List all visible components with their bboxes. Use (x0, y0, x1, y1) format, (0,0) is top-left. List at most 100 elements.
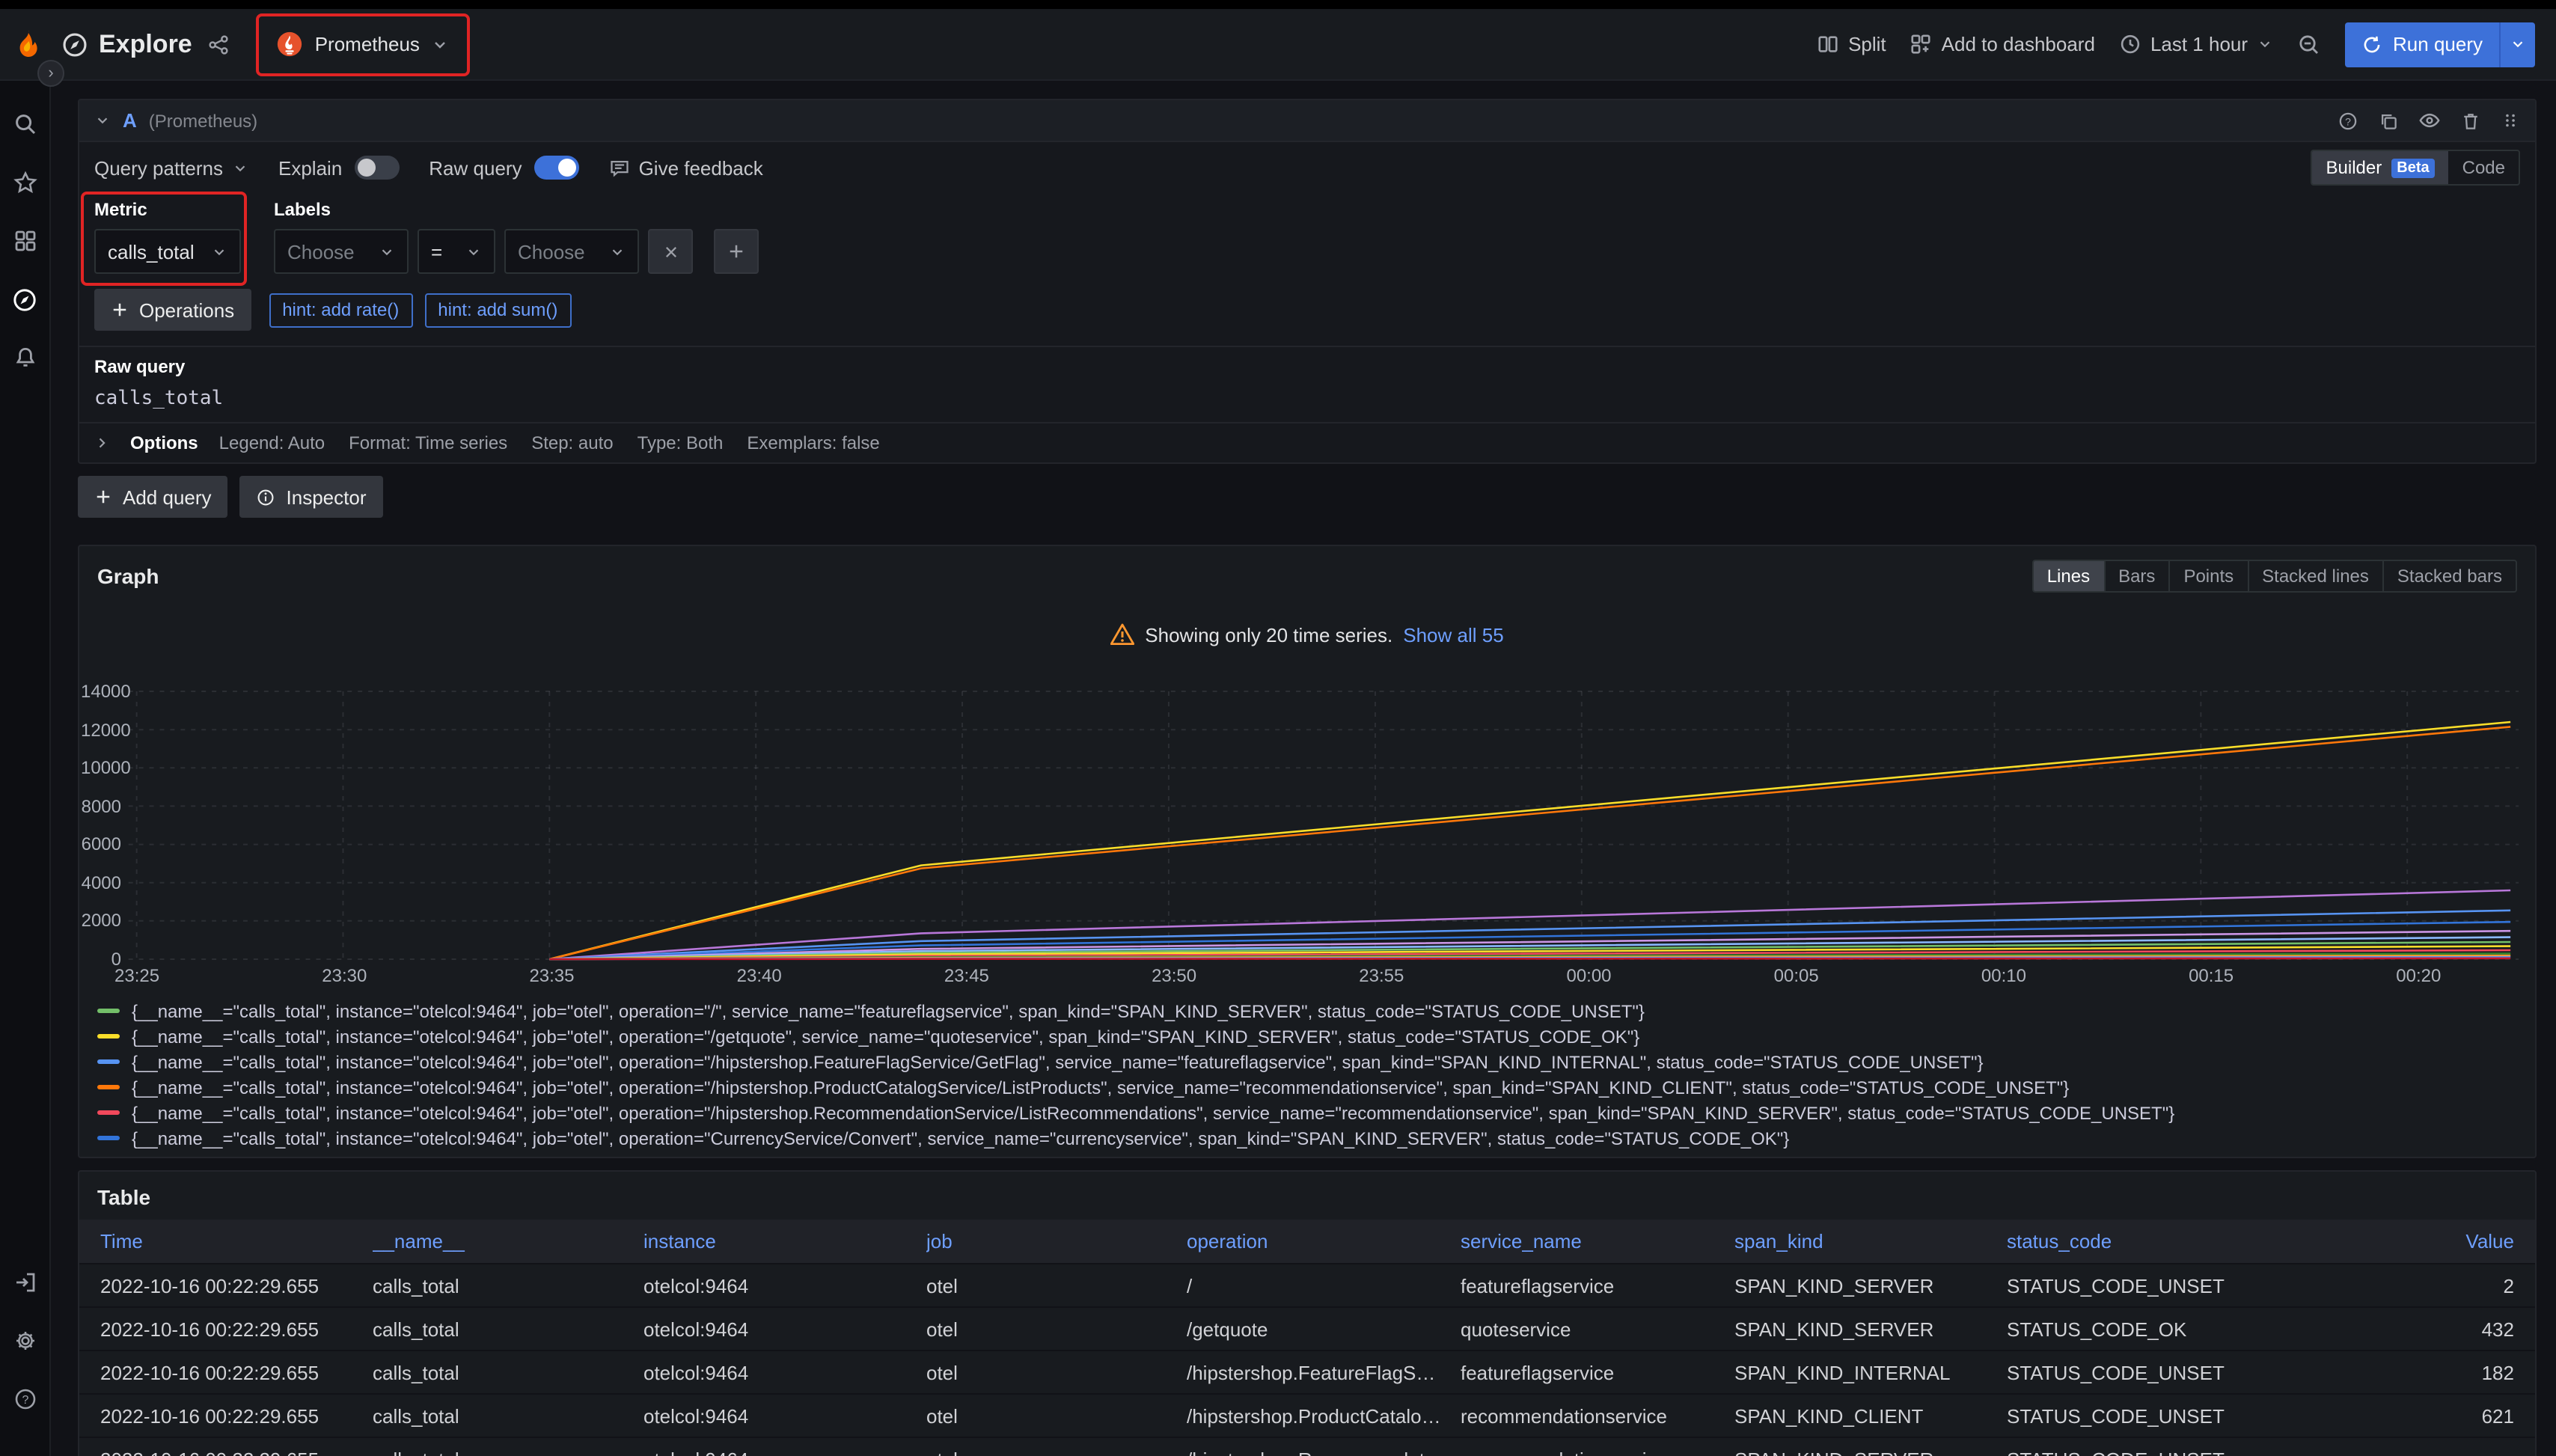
legend-item[interactable]: {__name__="calls_total", instance="otelc… (97, 998, 2535, 1024)
duplicate-query-icon[interactable] (2378, 110, 2399, 131)
sidebar-item-sign-in[interactable] (5, 1263, 44, 1302)
collapse-chevron-icon[interactable] (94, 112, 111, 129)
explore-content: A (Prometheus) ? Query patterns (51, 81, 2556, 1456)
graph-mode-bars[interactable]: Bars (2103, 561, 2168, 591)
time-range-picker[interactable]: Last 1 hour (2119, 22, 2273, 67)
run-query-dropdown[interactable] (2499, 22, 2535, 67)
add-query-button[interactable]: Add query (78, 476, 228, 518)
query-help-icon[interactable]: ? (2338, 110, 2358, 131)
query-datasource-hint: (Prometheus) (149, 110, 257, 131)
column-header-value[interactable]: Value (2279, 1230, 2514, 1252)
app-toolbar: Explore Prometheus Split (0, 9, 2556, 81)
column-header-span_kind[interactable]: span_kind (1734, 1230, 2007, 1252)
sidebar-expand-button[interactable]: › (37, 60, 64, 87)
grafana-logo-icon (10, 26, 46, 62)
beta-badge: Beta (2391, 158, 2435, 177)
x-axis-label: 23:35 (519, 965, 584, 986)
label-value-select[interactable]: Choose (504, 229, 639, 274)
sidebar-item-starred[interactable] (5, 163, 44, 202)
option-summary-3: Type: Both (638, 432, 724, 453)
table-header-row: Time__name__instancejoboperationservice_… (79, 1220, 2535, 1264)
sidebar-item-settings[interactable] (5, 1321, 44, 1360)
sidebar-item-explore[interactable] (5, 280, 44, 319)
give-feedback-button[interactable]: Give feedback (609, 156, 763, 179)
plus-icon (94, 488, 112, 506)
query-hint-1[interactable]: hint: add sum() (424, 293, 571, 327)
inspector-button[interactable]: Inspector (240, 476, 383, 518)
column-header-operation[interactable]: operation (1187, 1230, 1461, 1252)
legend-item[interactable]: {__name__="calls_total", instance="otelc… (97, 1151, 2535, 1158)
datasource-picker[interactable]: Prometheus (269, 22, 459, 67)
drag-handle-icon[interactable] (2501, 111, 2520, 130)
column-header-__name__[interactable]: __name__ (373, 1230, 643, 1252)
grafana-explore-app: Explore Prometheus Split (0, 0, 2556, 1456)
sidebar-item-alerting[interactable] (5, 338, 44, 377)
options-summary: Legend: AutoFormat: Time seriesStep: aut… (219, 432, 880, 453)
show-all-series-link[interactable]: Show all 55 (1403, 623, 1503, 646)
legend-item[interactable]: {__name__="calls_total", instance="otelc… (97, 1049, 2535, 1074)
legend-series-label: {__name__="calls_total", instance="otelc… (132, 1077, 2069, 1098)
chevron-down-icon (379, 243, 395, 260)
table-cell: otelcol:9464 (643, 1448, 926, 1456)
graph-mode-stacked-bars[interactable]: Stacked bars (2382, 561, 2516, 591)
give-feedback-label: Give feedback (639, 156, 763, 179)
share-icon[interactable] (209, 34, 230, 55)
x-axis-label: 23:50 (1141, 965, 1207, 986)
add-query-label: Add query (123, 486, 212, 508)
query-hint-0[interactable]: hint: add rate() (269, 293, 412, 327)
label-key-select[interactable]: Choose (274, 229, 409, 274)
code-mode-button[interactable]: Code (2449, 151, 2519, 184)
table-cell: 2022-10-16 00:22:29.655 (100, 1274, 373, 1297)
table-cell: quoteservice (1461, 1318, 1734, 1340)
graph-legend: {__name__="calls_total", instance="otelc… (97, 998, 2535, 1158)
sidebar-item-help[interactable]: ? (5, 1380, 44, 1419)
nav-sidebar: ? (0, 81, 51, 1456)
code-label: Code (2462, 157, 2505, 178)
query-patterns-dropdown[interactable]: Query patterns (94, 156, 248, 179)
add-operation-button[interactable]: Operations (94, 289, 251, 331)
builder-mode-button[interactable]: Builder Beta (2313, 151, 2449, 184)
query-editor-panel: A (Prometheus) ? Query patterns (78, 99, 2537, 464)
legend-item[interactable]: {__name__="calls_total", instance="otelc… (97, 1074, 2535, 1100)
legend-item[interactable]: {__name__="calls_total", instance="otelc… (97, 1024, 2535, 1049)
disable-query-eye-icon[interactable] (2418, 109, 2441, 132)
y-axis-label: 14000 (81, 681, 121, 702)
legend-item[interactable]: {__name__="calls_total", instance="otelc… (97, 1125, 2535, 1151)
close-icon (662, 243, 679, 260)
label-operator-select[interactable]: = (418, 229, 495, 274)
query-row-header[interactable]: A (Prometheus) ? (79, 100, 2535, 142)
add-label-filter-button[interactable] (714, 229, 759, 274)
time-series-chart[interactable] (81, 672, 2534, 992)
table-cell: /hipstershop.Recommendation... (1187, 1448, 1461, 1456)
metric-select[interactable]: calls_total (94, 229, 241, 274)
sidebar-item-search[interactable] (5, 105, 44, 144)
column-header-job[interactable]: job (926, 1230, 1187, 1252)
explain-label: Explain (278, 156, 342, 179)
table-body: 2022-10-16 00:22:29.655calls_totalotelco… (79, 1264, 2535, 1456)
column-header-time[interactable]: Time (100, 1230, 373, 1252)
star-icon (13, 171, 37, 195)
legend-series-color (97, 1110, 120, 1115)
table-panel-header: Table (79, 1172, 2535, 1220)
zoom-out-button[interactable] (2297, 22, 2321, 67)
explain-toggle[interactable] (354, 156, 399, 180)
run-query-button[interactable]: Run query (2345, 22, 2499, 67)
raw-query-toggle[interactable] (534, 156, 579, 180)
table-cell: calls_total (373, 1318, 643, 1340)
graph-mode-points[interactable]: Points (2168, 561, 2247, 591)
column-header-service_name[interactable]: service_name (1461, 1230, 1734, 1252)
column-header-instance[interactable]: instance (643, 1230, 926, 1252)
column-header-status_code[interactable]: status_code (2007, 1230, 2279, 1252)
add-to-dashboard-button[interactable]: Add to dashboard (1910, 22, 2095, 67)
graph-panel: Graph LinesBarsPointsStacked linesStacke… (78, 545, 2537, 1158)
graph-mode-stacked-lines[interactable]: Stacked lines (2247, 561, 2382, 591)
split-button[interactable]: Split (1817, 22, 1886, 67)
remove-label-filter-button[interactable] (648, 229, 693, 274)
y-axis-label: 12000 (81, 719, 121, 740)
remove-query-trash-icon[interactable] (2460, 110, 2481, 131)
graph-mode-lines[interactable]: Lines (2034, 561, 2103, 591)
sidebar-item-dashboards[interactable] (5, 221, 44, 260)
query-options-row[interactable]: Options Legend: AutoFormat: Time seriesS… (79, 422, 2535, 462)
table-cell: STATUS_CODE_UNSET (2007, 1361, 2279, 1383)
legend-item[interactable]: {__name__="calls_total", instance="otelc… (97, 1100, 2535, 1125)
